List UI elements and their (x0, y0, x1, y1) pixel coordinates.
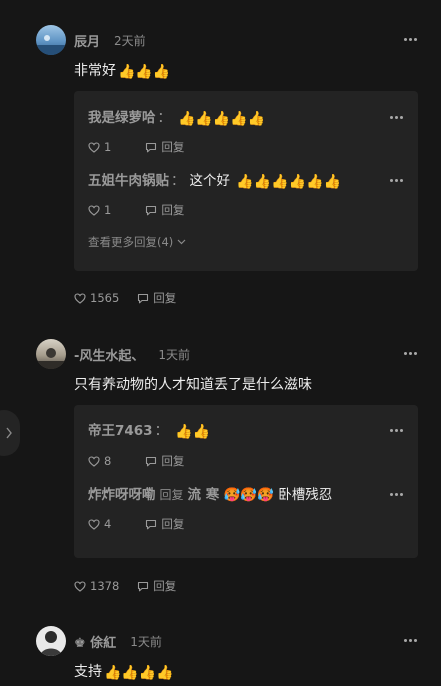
more-dots-icon[interactable] (404, 38, 418, 42)
comment-actions: 1565 回复 (74, 289, 176, 307)
side-expand-button[interactable] (0, 410, 20, 456)
comment-like-count: 1378 (90, 579, 120, 593)
reply-actions: 1 回复 (88, 138, 184, 156)
comment-item: ♚ 俆紅 1天前 支持 👍👍👍👍 (36, 626, 426, 683)
heart-icon (88, 141, 100, 153)
comment-text-body: 非常好 (74, 63, 116, 79)
comment-author[interactable]: -风生水起、 (74, 345, 144, 364)
comment-like-button[interactable]: 1378 (74, 579, 119, 593)
reply-reply-label: 回复 (161, 517, 185, 531)
reply-content: 这个好 (189, 173, 231, 189)
reply-author[interactable]: 帝王7463 (88, 423, 153, 439)
thumbs-up-emoji: 👍👍👍 (118, 64, 171, 80)
reply-like-button[interactable]: 1 (88, 140, 111, 154)
comment-time: 1天前 (158, 347, 191, 362)
comment-bubble-icon (138, 293, 149, 303)
comment-bubble-icon (146, 142, 157, 152)
thumbs-up-emoji: 👍👍👍👍👍👍 (236, 174, 341, 190)
heart-icon (88, 455, 100, 467)
chevron-right-icon (6, 427, 12, 439)
view-more-replies-link[interactable]: 查看更多回复(4) (88, 234, 186, 250)
view-more-label: 查看更多回复(4) (88, 235, 174, 249)
comment-reply-button[interactable]: 回复 (137, 578, 176, 594)
comment-like-button[interactable]: 1565 (74, 291, 119, 305)
reply-box: 帝王7463： 👍👍 8 回复 炸炸呀呀嘞 回复流 寒 🥵🥵🥵 卧槽残忍 4 回… (74, 405, 418, 558)
comment-author[interactable]: ♚ 俆紅 (74, 632, 116, 651)
reply-like-button[interactable]: 1 (88, 203, 111, 217)
more-dots-icon[interactable] (390, 115, 404, 120)
reply-reply-label: 回复 (161, 140, 185, 154)
reply-item: 炸炸呀呀嘞 回复流 寒 🥵🥵🥵 卧槽残忍 (74, 479, 418, 510)
comment-text: 只有养动物的人才知道丢了是什么滋味 (74, 374, 426, 396)
comment-reply-label: 回复 (153, 579, 177, 593)
reply-reply-label: 回复 (161, 203, 185, 217)
comment-like-count: 1565 (90, 291, 120, 305)
heart-icon (74, 292, 86, 304)
reply-target-author[interactable]: 流 寒 (188, 487, 220, 503)
reply-author[interactable]: 我是绿萝哈 (88, 110, 156, 126)
reply-reply-button[interactable]: 回复 (145, 516, 184, 532)
reply-author[interactable]: 炸炸呀呀嘞 (88, 487, 156, 503)
avatar[interactable] (36, 339, 66, 369)
reply-reply-button[interactable]: 回复 (145, 139, 184, 155)
chevron-down-icon (177, 239, 186, 245)
reply-item: 帝王7463： 👍👍 (74, 415, 418, 446)
comment-author[interactable]: 辰月 (74, 31, 100, 50)
comment-bubble-icon (138, 581, 149, 591)
comment-bubble-icon (146, 519, 157, 529)
more-dots-icon[interactable] (390, 178, 404, 183)
comment-text: 非常好 👍👍👍 (74, 60, 426, 82)
thumbs-up-emoji: 👍👍👍👍👍 (178, 111, 266, 127)
reply-item: 我是绿萝哈： 👍👍👍👍👍 (74, 102, 418, 133)
reply-colon: ： (157, 110, 172, 126)
heart-icon (88, 518, 100, 530)
reply-to-label: 回复 (159, 488, 184, 502)
reply-reply-button[interactable]: 回复 (145, 453, 184, 469)
comment-reply-button[interactable]: 回复 (137, 290, 176, 306)
reply-like-count: 4 (104, 517, 112, 531)
comment-text-body: 支持 (74, 664, 102, 680)
reply-like-count: 8 (104, 454, 112, 468)
reply-like-button[interactable]: 8 (88, 454, 111, 468)
more-dots-icon[interactable] (390, 428, 404, 433)
thumbs-up-emoji: 👍👍 (175, 424, 210, 440)
reply-like-count: 1 (104, 140, 112, 154)
comment-text-body: 只有养动物的人才知道丢了是什么滋味 (74, 377, 312, 393)
heart-icon (74, 580, 86, 592)
avatar[interactable] (36, 626, 66, 656)
comment-bubble-icon (146, 456, 157, 466)
thumbs-up-emoji: 👍👍👍👍 (104, 665, 174, 681)
reply-box: 我是绿萝哈： 👍👍👍👍👍 1 回复 五姐牛肉锅贴：这个好 👍👍👍👍👍👍 1 回复… (74, 91, 418, 271)
avatar[interactable] (36, 25, 66, 55)
reply-item: 五姐牛肉锅贴：这个好 👍👍👍👍👍👍 (74, 165, 418, 196)
comment-item: -风生水起、 1天前 只有养动物的人才知道丢了是什么滋味 (36, 339, 426, 396)
reply-reply-button[interactable]: 回复 (145, 202, 184, 218)
reply-actions: 8 回复 (88, 452, 184, 470)
reply-actions: 1 回复 (88, 201, 184, 219)
reply-actions: 4 回复 (88, 515, 184, 533)
reply-colon: ： (171, 173, 185, 189)
comment-text: 支持 👍👍👍👍 (74, 661, 426, 683)
reply-colon: ： (154, 423, 169, 439)
reply-content: 🥵🥵🥵 卧槽残忍 (223, 487, 333, 503)
more-dots-icon[interactable] (404, 352, 418, 356)
comment-bubble-icon (146, 205, 157, 215)
more-dots-icon[interactable] (404, 639, 418, 643)
comment-actions: 1378 回复 (74, 577, 176, 595)
comment-item: 辰月 2天前 非常好 👍👍👍 (36, 25, 426, 82)
comments-page: 辰月 2天前 非常好 👍👍👍 我是绿萝哈： 👍👍👍👍👍 1 回复 五姐牛肉锅贴 … (0, 0, 441, 686)
heart-icon (88, 204, 100, 216)
comment-reply-label: 回复 (153, 291, 177, 305)
reply-reply-label: 回复 (161, 454, 185, 468)
reply-like-count: 1 (104, 203, 112, 217)
comment-time: 2天前 (114, 33, 146, 48)
reply-like-button[interactable]: 4 (88, 517, 111, 531)
reply-author[interactable]: 五姐牛肉锅贴 (88, 173, 169, 189)
comment-time: 1天前 (130, 634, 162, 649)
more-dots-icon[interactable] (390, 492, 404, 497)
